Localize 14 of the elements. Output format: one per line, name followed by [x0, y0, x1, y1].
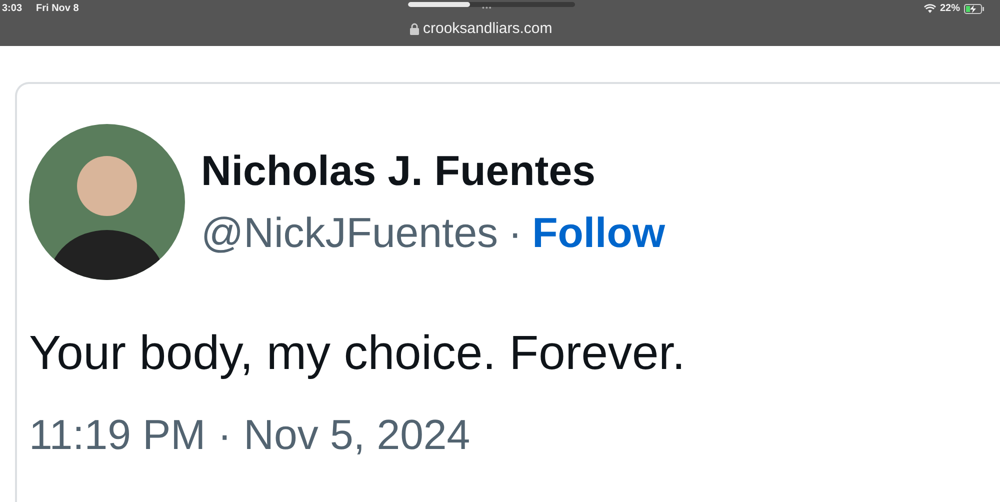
wifi-icon: [924, 4, 936, 13]
tweet-text: Your body, my choice. Forever.: [29, 326, 686, 381]
status-date: Fri Nov 8: [36, 3, 79, 14]
status-time: 3:03: [2, 3, 22, 14]
tweet-date: Nov 5, 2024: [244, 411, 470, 459]
separator: ·: [508, 209, 522, 257]
user-name: Nicholas J. Fuentes: [201, 147, 596, 195]
lock-icon: [410, 22, 419, 34]
battery-icon: [964, 4, 984, 14]
separator: ·: [218, 411, 232, 459]
user-handle: @NickJFuentes: [201, 209, 498, 257]
battery-percent: 22%: [940, 3, 960, 14]
follow-link[interactable]: Follow: [532, 209, 666, 257]
tweet-time: 11:19 PM: [29, 411, 206, 459]
